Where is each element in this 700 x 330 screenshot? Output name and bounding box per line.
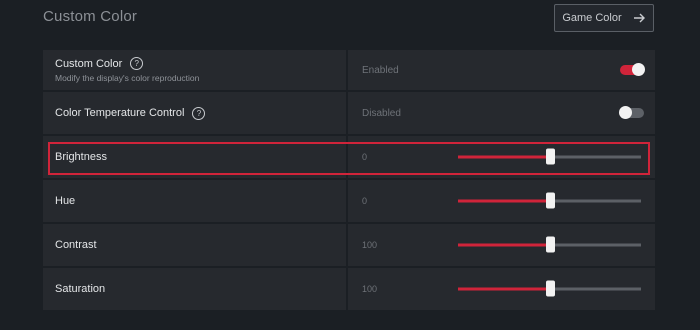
color-temperature-row: Color Temperature Control ? Disabled (43, 92, 655, 136)
custom-color-value: Enabled (362, 64, 399, 76)
slider-thumb[interactable] (545, 236, 555, 253)
help-circle-icon[interactable]: ? (192, 106, 206, 120)
saturation-value: 100 (362, 284, 378, 294)
contrast-label: Contrast (55, 239, 97, 251)
contrast-slider[interactable] (458, 236, 641, 253)
brightness-value: 0 (362, 152, 368, 162)
saturation-label: Saturation (55, 283, 106, 295)
custom-color-toggle[interactable] (620, 63, 645, 76)
brightness-row: Brightness 0 (43, 136, 655, 180)
brightness-slider[interactable] (458, 148, 641, 165)
help-circle-icon[interactable]: ? (130, 57, 144, 70)
hue-label: Hue (55, 195, 76, 207)
settings-panel: Custom Color ? Modify the display's colo… (43, 50, 655, 310)
game-color-button-label: Game Color (562, 12, 622, 24)
slider-thumb[interactable] (545, 280, 555, 297)
custom-color-description: Modify the display's color reproduction (55, 73, 200, 83)
arrow-right-icon (633, 13, 645, 23)
hue-slider[interactable] (458, 192, 641, 209)
color-temperature-value: Disabled (362, 107, 401, 119)
game-color-button[interactable]: Game Color (554, 4, 654, 32)
contrast-value: 100 (362, 240, 378, 250)
slider-thumb[interactable] (545, 148, 555, 165)
brightness-label: Brightness (55, 151, 107, 163)
hue-row: Hue 0 (43, 180, 655, 224)
slider-thumb[interactable] (545, 192, 555, 209)
saturation-row: Saturation 100 (43, 268, 655, 310)
saturation-slider[interactable] (458, 280, 641, 297)
color-temperature-toggle[interactable] (619, 106, 644, 119)
custom-color-row: Custom Color ? Modify the display's colo… (43, 50, 655, 92)
custom-color-label: Custom Color (55, 57, 123, 70)
contrast-row: Contrast 100 (43, 224, 655, 268)
section-title: Custom Color (43, 8, 138, 25)
hue-value: 0 (362, 196, 368, 206)
color-temperature-label: Color Temperature Control (55, 107, 185, 119)
